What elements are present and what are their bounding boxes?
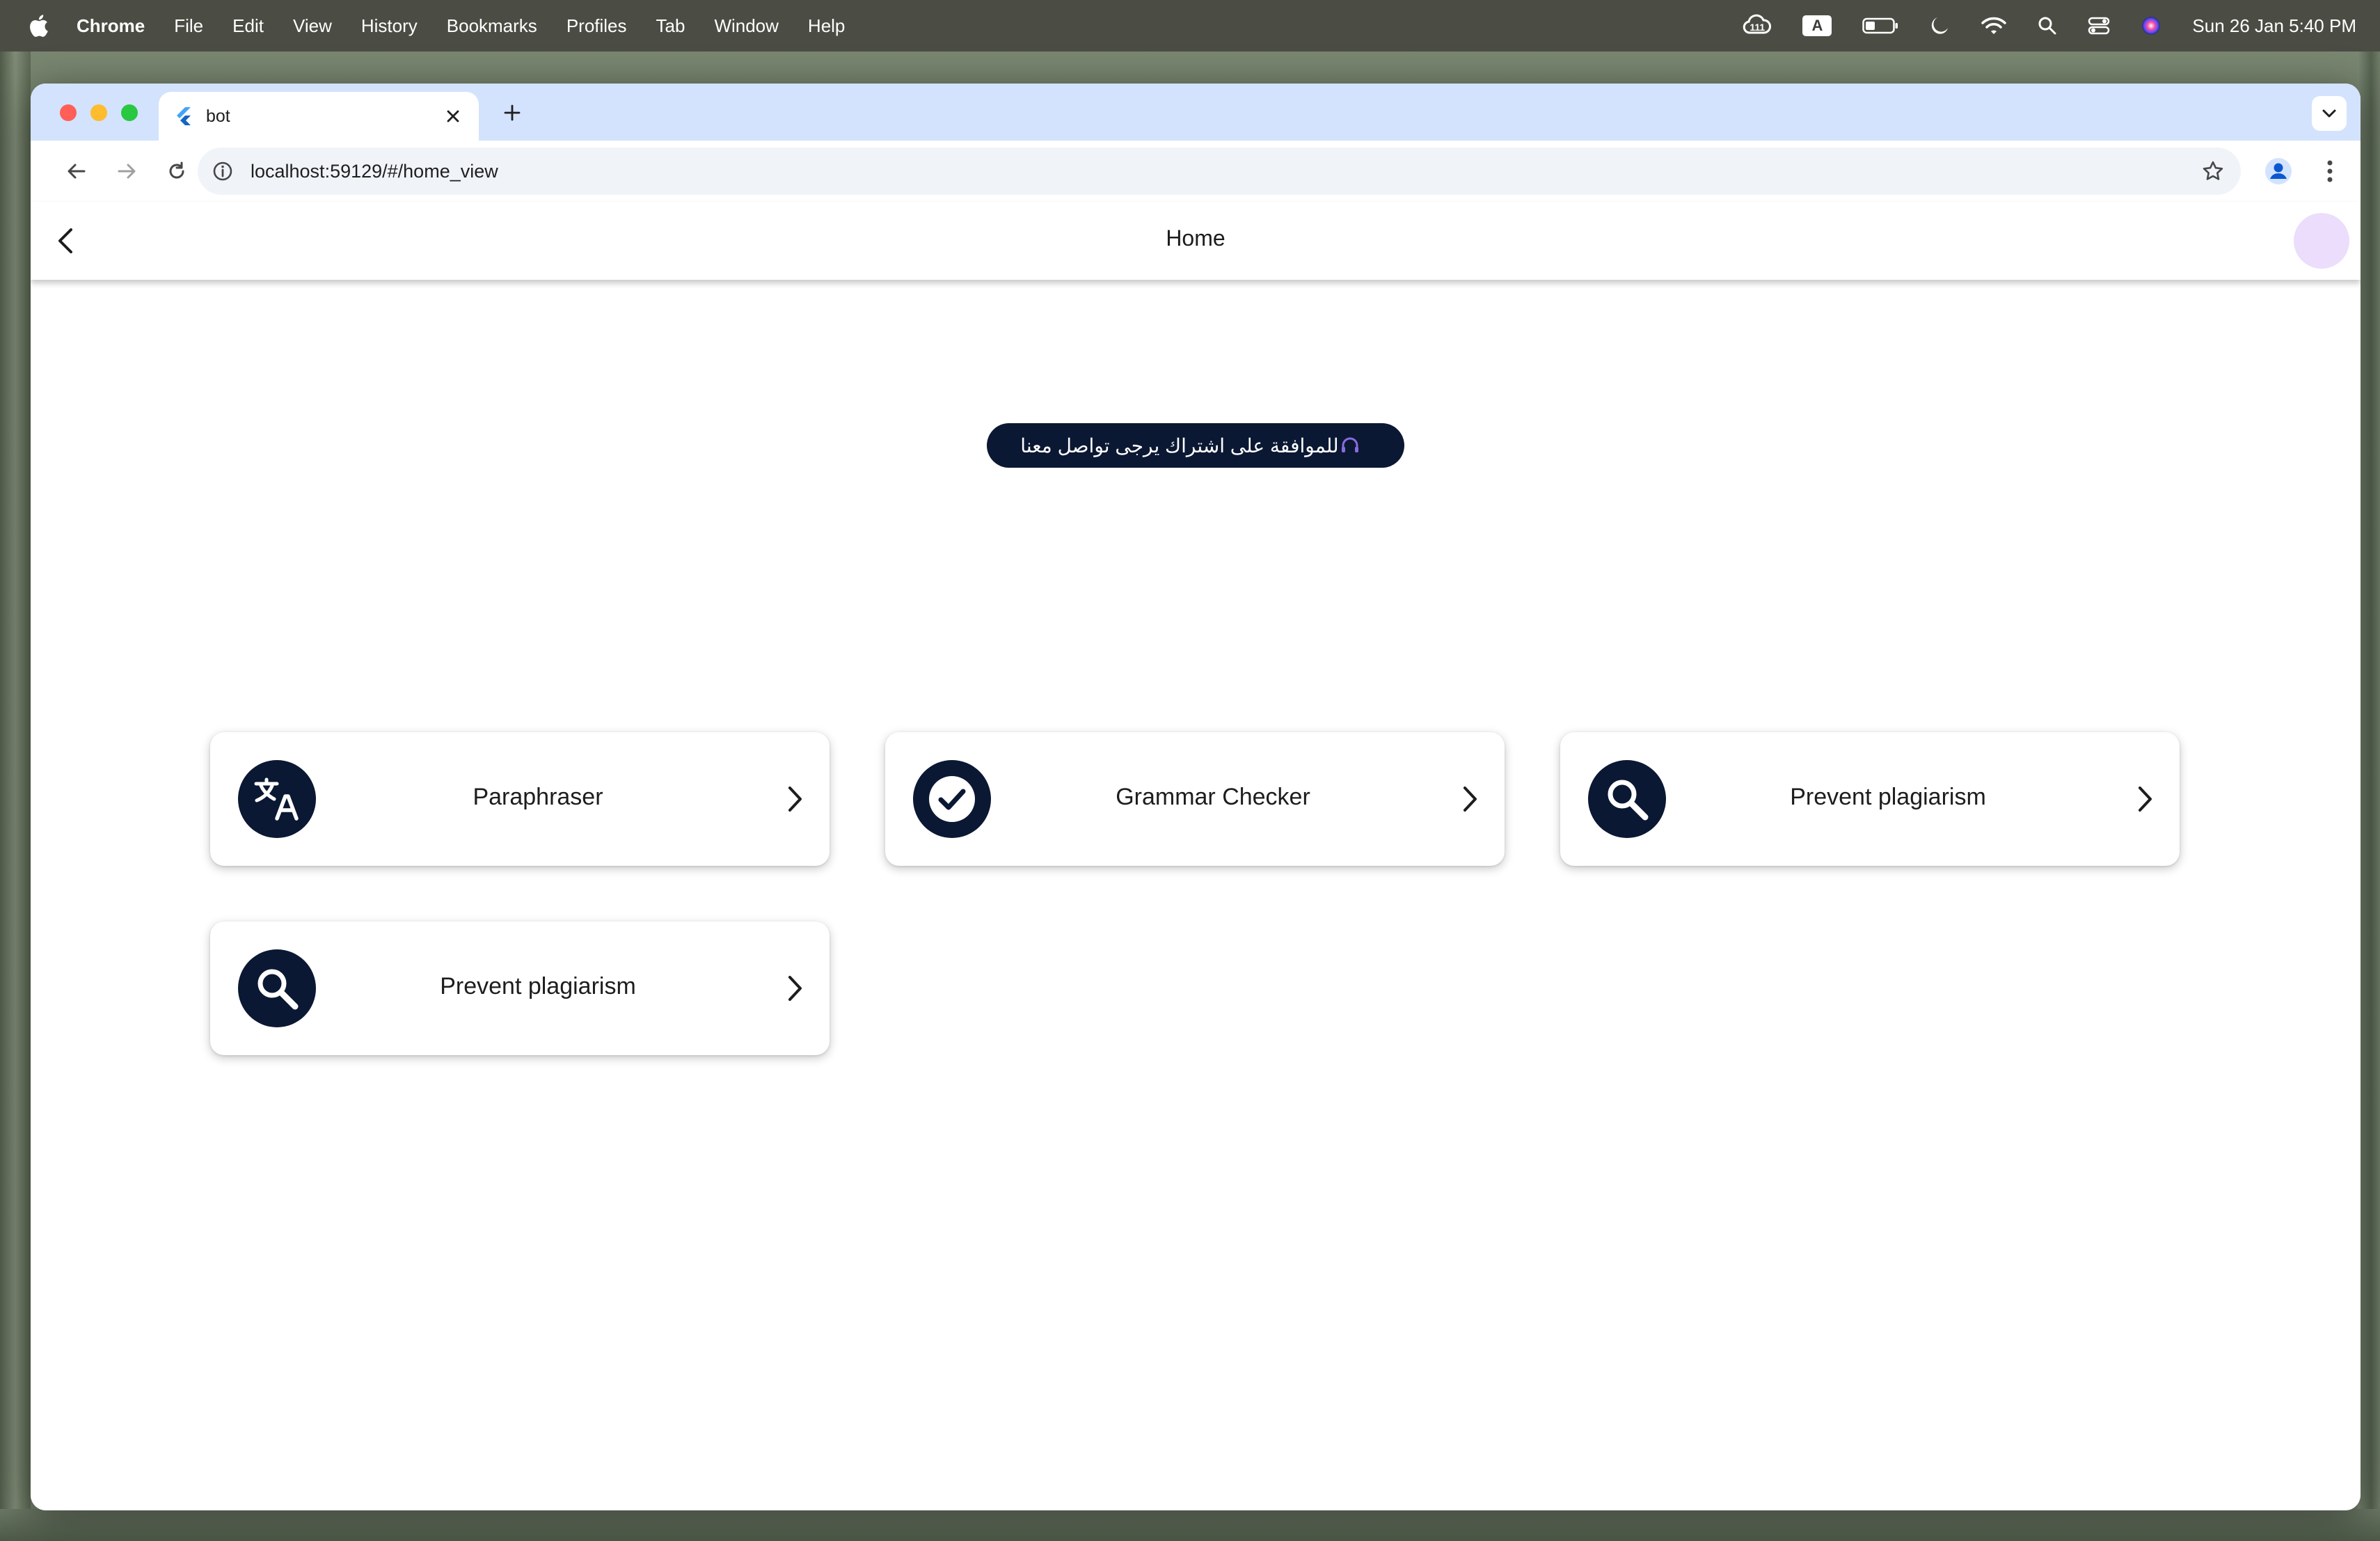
search-icon xyxy=(238,949,316,1027)
reload-icon[interactable] xyxy=(161,156,192,187)
menu-help[interactable]: Help xyxy=(808,15,845,37)
menu-edit[interactable]: Edit xyxy=(232,15,264,37)
profile-avatar-icon[interactable] xyxy=(2262,155,2295,188)
status-badge: 111 xyxy=(1750,22,1766,33)
avatar[interactable] xyxy=(2294,213,2349,269)
app-bar: Home xyxy=(31,202,2361,280)
menu-window[interactable]: Window xyxy=(714,15,778,37)
siri-icon[interactable] xyxy=(2141,15,2161,36)
back-arrow-icon[interactable] xyxy=(61,156,92,187)
wifi-icon[interactable] xyxy=(1981,15,2007,36)
close-tab-icon[interactable] xyxy=(441,104,465,128)
tab-title: bot xyxy=(206,106,230,126)
site-info-icon[interactable] xyxy=(210,159,235,184)
prevent-plagiarism-card[interactable]: Prevent plagiarism xyxy=(1560,732,2180,866)
url-text: localhost:59129/#/home_view xyxy=(251,160,498,182)
desktop-wallpaper-right xyxy=(2358,52,2380,1541)
new-tab-plus-icon[interactable] xyxy=(498,99,526,127)
input-source-icon[interactable]: A xyxy=(1802,15,1832,36)
app-page: Home للموافقة على اشتراك يرجى تواصل معنا… xyxy=(31,202,2361,1510)
tab-strip: bot xyxy=(31,84,2361,141)
menu-profiles[interactable]: Profiles xyxy=(566,15,627,37)
macos-menu-bar: Chrome File Edit View History Bookmarks … xyxy=(0,0,2380,52)
desktop-wallpaper-bottom xyxy=(0,1509,2380,1541)
minimize-window-button[interactable] xyxy=(90,104,107,121)
control-center-icon[interactable] xyxy=(2088,16,2110,35)
menu-app-name[interactable]: Chrome xyxy=(77,15,145,37)
banner-text: للموافقة على اشتراك يرجى تواصل معنا xyxy=(1020,434,1339,457)
apple-logo-icon[interactable] xyxy=(28,14,49,38)
desktop-wallpaper-left xyxy=(0,52,31,1541)
chevron-right-icon xyxy=(1452,781,1488,817)
menu-history[interactable]: History xyxy=(361,15,418,37)
zoom-window-button[interactable] xyxy=(121,104,138,121)
menubar-clock[interactable]: Sun 26 Jan 5:40 PM xyxy=(2192,15,2356,37)
prevent-plagiarism-card-2[interactable]: Prevent plagiarism xyxy=(210,922,830,1055)
flutter-favicon-icon xyxy=(174,106,193,126)
menu-tab[interactable]: Tab xyxy=(656,15,685,37)
creative-cloud-icon[interactable]: 111 xyxy=(1741,13,1772,38)
tab-search-chevron-down-icon[interactable] xyxy=(2312,96,2347,131)
page-title: Home xyxy=(1166,226,1225,251)
more-options-kebab-icon[interactable] xyxy=(2313,155,2347,188)
paraphraser-card[interactable]: Paraphraser xyxy=(210,732,830,866)
translate-icon xyxy=(238,760,316,838)
spotlight-search-icon[interactable] xyxy=(2038,16,2057,35)
menu-file[interactable]: File xyxy=(174,15,203,37)
subscription-contact-banner[interactable]: للموافقة على اشتراك يرجى تواصل معنا xyxy=(987,423,1404,468)
menu-view[interactable]: View xyxy=(293,15,332,37)
menubar-status-area: 111 A Sun 26 Jan 5:40 PM xyxy=(1741,0,2356,52)
grammar-checker-card[interactable]: Grammar Checker xyxy=(885,732,1505,866)
search-icon xyxy=(1588,760,1666,838)
chrome-window: bot localhost:59129/#/home_view Home للم… xyxy=(31,84,2361,1510)
input-source-label: A xyxy=(1811,17,1823,34)
browser-tab-active[interactable]: bot xyxy=(159,92,479,141)
chevron-right-icon xyxy=(777,781,813,817)
address-bar[interactable]: localhost:59129/#/home_view xyxy=(198,148,2241,195)
battery-icon[interactable] xyxy=(1862,17,1898,35)
card-label: Prevent plagiarism xyxy=(440,973,636,999)
support-headset-icon xyxy=(1339,434,1361,457)
bookmark-star-icon[interactable] xyxy=(2200,159,2226,184)
card-label: Paraphraser xyxy=(473,784,603,810)
menu-bookmarks[interactable]: Bookmarks xyxy=(447,15,537,37)
browser-toolbar: localhost:59129/#/home_view xyxy=(31,141,2361,202)
card-label: Grammar Checker xyxy=(1116,784,1310,810)
window-controls xyxy=(60,104,138,121)
chevron-right-icon xyxy=(777,970,813,1006)
close-window-button[interactable] xyxy=(60,104,77,121)
chevron-right-icon xyxy=(2127,781,2163,817)
card-label: Prevent plagiarism xyxy=(1790,784,1986,810)
check-circle-icon xyxy=(913,760,991,838)
forward-arrow-icon[interactable] xyxy=(111,156,142,187)
focus-moon-icon[interactable] xyxy=(1929,15,1950,36)
